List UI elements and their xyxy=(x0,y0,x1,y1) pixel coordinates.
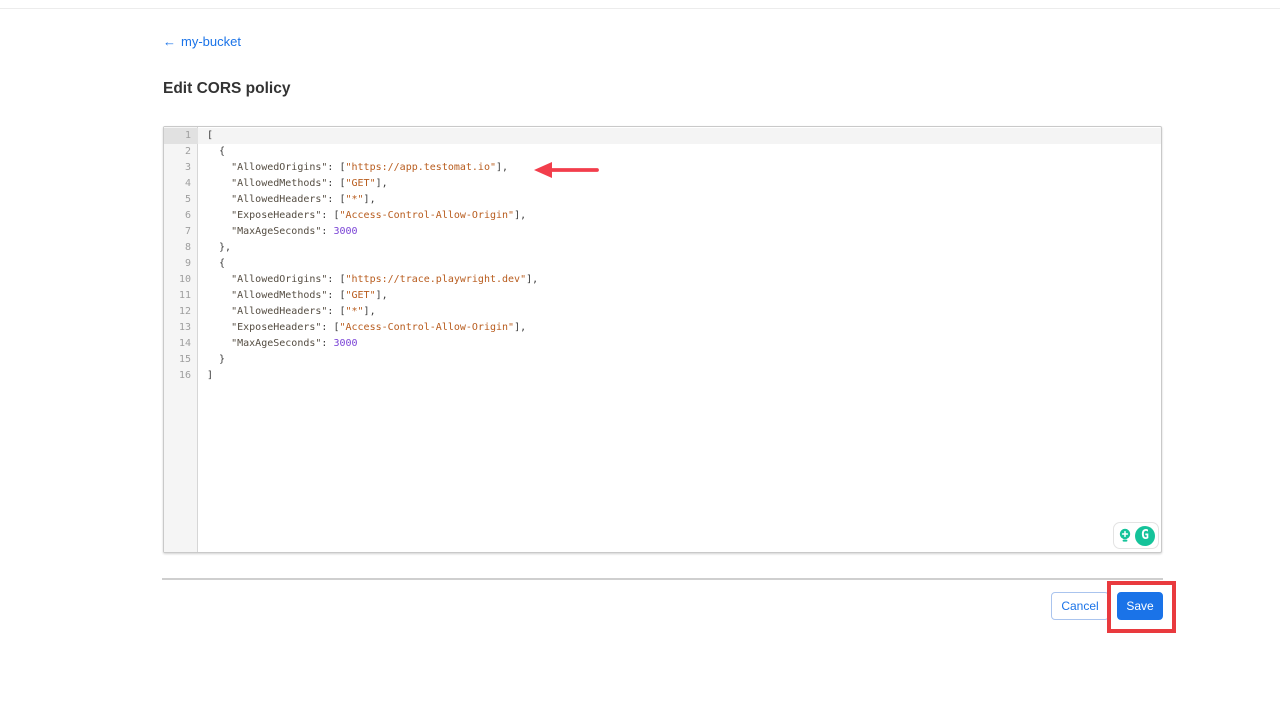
code-line[interactable]: 3 "AllowedOrigins": ["https://app.testom… xyxy=(164,160,1161,176)
code-line[interactable]: 5 "AllowedHeaders": ["*"], xyxy=(164,192,1161,208)
grammarly-logo-icon[interactable]: G xyxy=(1135,526,1155,546)
code-line[interactable]: 10 "AllowedOrigins": ["https://trace.pla… xyxy=(164,272,1161,288)
code-content: ] xyxy=(198,368,213,384)
line-number: 12 xyxy=(164,304,198,320)
code-content: "AllowedMethods": ["GET"], xyxy=(198,288,388,304)
line-number: 14 xyxy=(164,336,198,352)
line-number: 4 xyxy=(164,176,198,192)
line-number: 1 xyxy=(164,128,198,144)
line-number: 6 xyxy=(164,208,198,224)
code-content: { xyxy=(198,256,225,272)
code-line[interactable]: 6 "ExposeHeaders": ["Access-Control-Allo… xyxy=(164,208,1161,224)
line-number: 11 xyxy=(164,288,198,304)
back-link[interactable]: ← my-bucket xyxy=(163,34,241,49)
annotation-arrow-icon xyxy=(531,159,601,181)
line-number: 13 xyxy=(164,320,198,336)
code-line[interactable]: 11 "AllowedMethods": ["GET"], xyxy=(164,288,1161,304)
back-arrow-icon: ← xyxy=(163,34,176,49)
line-number: 15 xyxy=(164,352,198,368)
line-number: 7 xyxy=(164,224,198,240)
grammarly-widget[interactable]: G xyxy=(1113,522,1159,549)
code-content: "AllowedOrigins": ["https://trace.playwr… xyxy=(198,272,538,288)
cors-policy-editor[interactable]: 1[2 {3 "AllowedOrigins": ["https://app.t… xyxy=(163,126,1162,553)
code-line[interactable]: 14 "MaxAgeSeconds": 3000 xyxy=(164,336,1161,352)
top-divider xyxy=(0,8,1280,9)
code-line[interactable]: 1[ xyxy=(164,128,1161,144)
line-number: 9 xyxy=(164,256,198,272)
code-content: [ xyxy=(198,128,213,144)
line-number: 3 xyxy=(164,160,198,176)
back-link-label: my-bucket xyxy=(181,34,241,49)
code-line[interactable]: 15 } xyxy=(164,352,1161,368)
code-lines: 1[2 {3 "AllowedOrigins": ["https://app.t… xyxy=(164,128,1161,384)
page-title: Edit CORS policy xyxy=(163,80,290,98)
code-content: } xyxy=(198,352,225,368)
code-content: { xyxy=(198,144,225,160)
code-content: "ExposeHeaders": ["Access-Control-Allow-… xyxy=(198,320,526,336)
line-number: 8 xyxy=(164,240,198,256)
line-number: 2 xyxy=(164,144,198,160)
code-line[interactable]: 8 }, xyxy=(164,240,1161,256)
line-number: 5 xyxy=(164,192,198,208)
code-content: "MaxAgeSeconds": 3000 xyxy=(198,336,358,352)
code-content: "ExposeHeaders": ["Access-Control-Allow-… xyxy=(198,208,526,224)
code-line[interactable]: 16] xyxy=(164,368,1161,384)
code-line[interactable]: 7 "MaxAgeSeconds": 3000 xyxy=(164,224,1161,240)
cancel-button[interactable]: Cancel xyxy=(1051,592,1109,620)
code-content: "AllowedOrigins": ["https://app.testomat… xyxy=(198,160,508,176)
line-number: 10 xyxy=(164,272,198,288)
code-line[interactable]: 12 "AllowedHeaders": ["*"], xyxy=(164,304,1161,320)
annotation-box xyxy=(1107,581,1176,633)
code-content: "MaxAgeSeconds": 3000 xyxy=(198,224,358,240)
grammarly-suggestion-bulb-icon[interactable] xyxy=(1117,527,1133,545)
code-content: "AllowedMethods": ["GET"], xyxy=(198,176,388,192)
code-line[interactable]: 13 "ExposeHeaders": ["Access-Control-All… xyxy=(164,320,1161,336)
code-content: }, xyxy=(198,240,231,256)
code-line[interactable]: 9 { xyxy=(164,256,1161,272)
code-line[interactable]: 4 "AllowedMethods": ["GET"], xyxy=(164,176,1161,192)
code-line[interactable]: 2 { xyxy=(164,144,1161,160)
line-number: 16 xyxy=(164,368,198,384)
code-content: "AllowedHeaders": ["*"], xyxy=(198,192,376,208)
code-content: "AllowedHeaders": ["*"], xyxy=(198,304,376,320)
footer-divider xyxy=(162,578,1163,580)
